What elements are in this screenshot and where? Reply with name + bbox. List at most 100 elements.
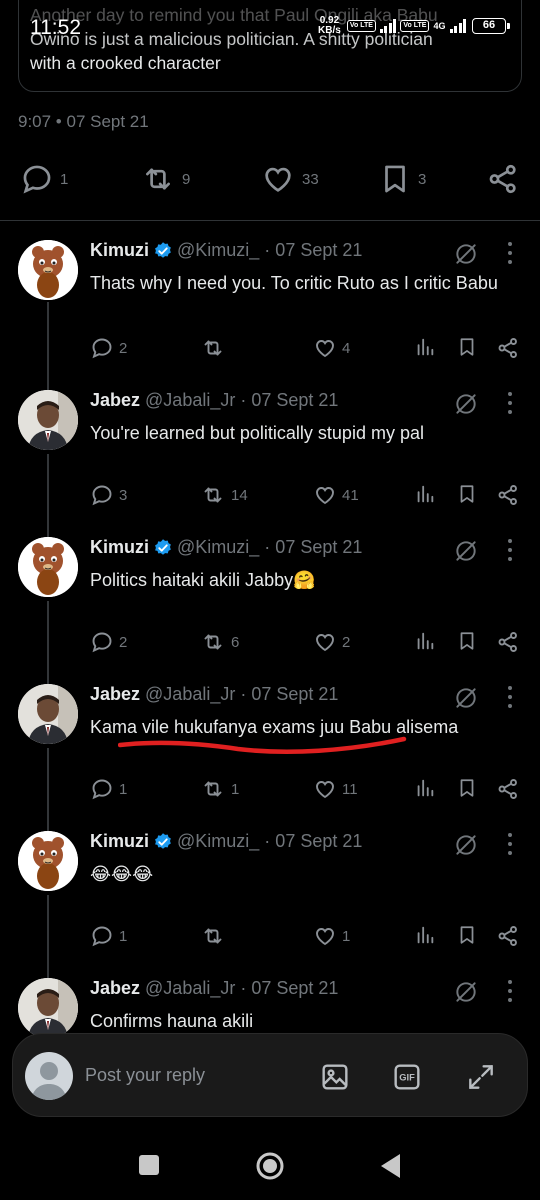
bookmark-button[interactable]: [456, 630, 478, 652]
reply-text: 😂😂😂: [90, 864, 154, 884]
bookmark-button[interactable]: [456, 777, 478, 799]
more-options-icon[interactable]: [500, 392, 520, 414]
more-options-icon[interactable]: [500, 539, 520, 561]
display-name[interactable]: Jabez: [90, 390, 140, 411]
like-button[interactable]: 4: [313, 336, 350, 360]
grok-icon: [456, 835, 476, 855]
display-name[interactable]: Kimuzi: [90, 831, 149, 852]
reply-header: Jabez @Jabali_Jr · 07 Sept 21: [90, 684, 338, 705]
reply-button[interactable]: 1: [90, 777, 127, 801]
views-icon: [417, 485, 434, 503]
retweet-button[interactable]: 6: [200, 630, 239, 654]
like-button[interactable]: 1: [313, 924, 350, 948]
bookmark-icon: [460, 632, 474, 650]
reply-icon: [23, 165, 51, 194]
grok-icon[interactable]: [453, 832, 479, 863]
bookmark-button[interactable]: [456, 483, 478, 505]
reply-button[interactable]: 2: [90, 630, 127, 654]
share-button[interactable]: [486, 162, 520, 196]
display-name[interactable]: Jabez: [90, 684, 140, 705]
verified-badge-icon: [153, 538, 173, 558]
views-icon: [417, 632, 434, 650]
network-speed: 0.92 KB/s: [318, 15, 341, 36]
share-button[interactable]: [496, 777, 520, 801]
retweet-button[interactable]: 9: [140, 162, 190, 196]
heart-icon: [316, 340, 334, 358]
reply-button[interactable]: 2: [90, 336, 127, 360]
bookmark-button[interactable]: [456, 336, 478, 358]
avatar[interactable]: [18, 537, 78, 597]
views-button[interactable]: [414, 336, 436, 358]
reply-item[interactable]: Kimuzi @Kimuzi_ · 07 Sept 21 Thats why I n…: [0, 240, 540, 386]
views-icon: [417, 926, 434, 944]
avatar[interactable]: [18, 240, 78, 300]
gif-icon[interactable]: GIF: [391, 1061, 423, 1093]
like-button[interactable]: 2: [313, 630, 350, 654]
home-icon[interactable]: [254, 1150, 286, 1182]
recents-icon[interactable]: [137, 1153, 161, 1177]
reply-header: Jabez @Jabali_Jr · 07 Sept 21: [90, 978, 338, 999]
more-options-icon[interactable]: [500, 242, 520, 264]
display-name[interactable]: Kimuzi: [90, 537, 149, 558]
share-button[interactable]: [496, 924, 520, 948]
display-name[interactable]: Kimuzi: [90, 240, 149, 261]
views-button[interactable]: [414, 483, 436, 505]
bookmark-icon: [460, 926, 474, 944]
reply-action-row: 2 6 2: [90, 630, 530, 654]
reply-button[interactable]: 3: [90, 483, 127, 507]
share-button[interactable]: [496, 483, 520, 507]
reply-action-row: 3 14 41: [90, 483, 530, 507]
views-button[interactable]: [414, 777, 436, 799]
reply-button[interactable]: 1: [20, 162, 68, 196]
reply-header: Kimuzi @Kimuzi_ · 07 Sept 21: [90, 831, 362, 852]
avatar[interactable]: [18, 831, 78, 891]
bookmark-icon: [460, 485, 474, 503]
reply-action-row: 1 1 11: [90, 777, 530, 801]
avatar[interactable]: [18, 978, 78, 1038]
reply-item[interactable]: Jabez @Jabali_Jr · 07 Sept 21 You're learn…: [0, 390, 540, 536]
retweet-button[interactable]: 1: [200, 777, 239, 801]
expand-icon[interactable]: [465, 1061, 497, 1093]
grok-icon[interactable]: [453, 538, 479, 569]
more-options-icon[interactable]: [500, 980, 520, 1002]
heart-icon: [316, 928, 334, 946]
back-icon[interactable]: [378, 1152, 404, 1180]
reply-input[interactable]: Post your reply: [85, 1065, 205, 1086]
views-button[interactable]: [414, 630, 436, 652]
grok-icon[interactable]: [453, 391, 479, 422]
retweet-button[interactable]: [200, 336, 231, 360]
reply-composer[interactable]: Post your reply GIF: [12, 1033, 528, 1117]
status-icons: 0.92 KB/s Vo LTE Vo LTE 4G 66: [318, 15, 510, 36]
avatar[interactable]: [18, 684, 78, 744]
retweet-icon: [204, 928, 222, 944]
divider: [0, 220, 540, 221]
display-name[interactable]: Jabez: [90, 978, 140, 999]
avatar[interactable]: [18, 390, 78, 450]
reply-item[interactable]: Kimuzi @Kimuzi_ · 07 Sept 21 😂😂😂 1 1: [0, 831, 540, 977]
grok-icon[interactable]: [453, 979, 479, 1010]
share-button[interactable]: [496, 336, 520, 360]
grok-icon[interactable]: [453, 241, 479, 272]
reply-button[interactable]: 1: [90, 924, 127, 948]
status-time: 11:52: [30, 16, 81, 39]
reply-item[interactable]: Kimuzi @Kimuzi_ · 07 Sept 21 Politics hait…: [0, 537, 540, 683]
retweet-button[interactable]: 14: [200, 483, 248, 507]
verified-badge-icon: [153, 241, 173, 261]
image-icon[interactable]: [319, 1061, 351, 1093]
bookmark-button[interactable]: [456, 924, 478, 946]
views-button[interactable]: [414, 924, 436, 946]
bookmark-button[interactable]: 3: [378, 162, 426, 196]
like-button[interactable]: 33: [260, 162, 319, 196]
share-button[interactable]: [496, 630, 520, 654]
heart-icon: [316, 634, 334, 652]
network-type: 4G: [433, 20, 446, 31]
reply-header: Kimuzi @Kimuzi_ · 07 Sept 21: [90, 240, 362, 261]
handle-and-date: @Kimuzi_ · 07 Sept 21: [177, 240, 363, 260]
more-options-icon[interactable]: [500, 833, 520, 855]
share-icon: [498, 485, 517, 505]
grok-icon[interactable]: [453, 685, 479, 716]
more-options-icon[interactable]: [500, 686, 520, 708]
like-button[interactable]: 11: [313, 777, 358, 801]
like-button[interactable]: 41: [313, 483, 359, 507]
retweet-button[interactable]: [200, 924, 231, 948]
